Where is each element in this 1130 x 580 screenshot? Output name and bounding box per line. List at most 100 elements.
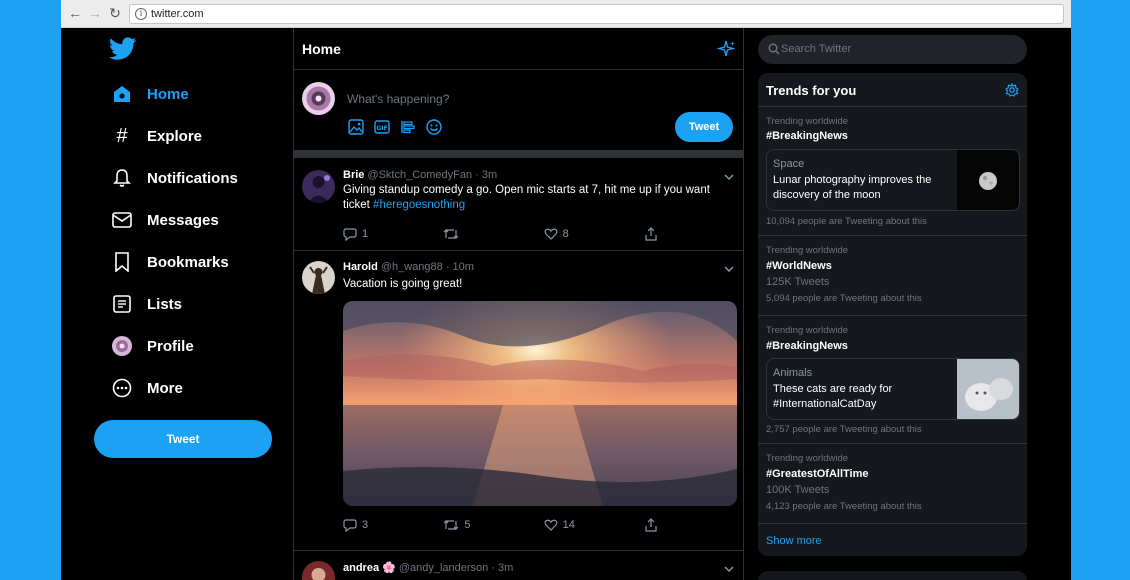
address-bar[interactable]: i twitter.com: [129, 4, 1064, 24]
bookmark-icon: [111, 251, 133, 273]
hashtag-icon: #: [116, 124, 128, 147]
nav-messages[interactable]: Messages: [111, 206, 219, 234]
avatar: [111, 335, 133, 357]
share-icon: [645, 227, 657, 241]
author-handle: @Sktch_ComedyFan · 3m: [367, 169, 498, 181]
home-icon: [111, 83, 133, 105]
trends-title: Trends for you: [766, 83, 857, 98]
twitter-app: Home # Explore Notifications Messages Bo…: [61, 28, 1071, 580]
nav-notifications[interactable]: Notifications: [111, 164, 238, 192]
author-name: Brie: [343, 169, 365, 181]
retweet-button[interactable]: 5: [443, 518, 543, 532]
reload-icon[interactable]: ↻: [107, 5, 123, 21]
nav-label: Messages: [147, 211, 219, 229]
share-icon: [645, 518, 657, 532]
like-button[interactable]: 14: [544, 518, 644, 532]
trends-panel: Trends for you Trending worldwide #Break…: [758, 73, 1027, 556]
heart-icon: [544, 519, 558, 531]
author-name: Harold: [343, 261, 378, 273]
nav-label: Home: [147, 85, 189, 103]
tweet-item[interactable]: Harold @h_wang88 · 10m Vacation is going …: [294, 251, 743, 551]
like-button[interactable]: 8: [544, 227, 644, 241]
reply-icon: [343, 228, 357, 241]
reply-button[interactable]: 1: [343, 227, 443, 241]
trend-item[interactable]: Trending worldwide #WorldNews 125K Tweet…: [758, 236, 1027, 316]
chevron-down-icon[interactable]: [723, 563, 735, 575]
trend-item[interactable]: Trending worldwide #BreakingNews Animals…: [758, 316, 1027, 444]
tweet-photo[interactable]: [343, 301, 737, 506]
poll-icon[interactable]: [399, 118, 417, 136]
avatar[interactable]: [302, 170, 335, 203]
nav-label: Explore: [147, 127, 203, 145]
timeline: Home What's happening? GIF Tweet Brie @S…: [293, 28, 744, 580]
tweet-button[interactable]: Tweet: [94, 420, 272, 458]
tweet-author[interactable]: Harold @h_wang88 · 10m: [343, 261, 474, 273]
tweet-author[interactable]: andrea 🌸 @andy_landerson · 3m: [343, 561, 513, 574]
show-more-link[interactable]: Show more: [766, 535, 822, 547]
cat-thumbnail: [957, 359, 1019, 419]
image-icon[interactable]: [347, 118, 365, 136]
heart-icon: [544, 228, 558, 240]
info-icon[interactable]: i: [135, 8, 147, 20]
search-input[interactable]: Search Twitter: [758, 35, 1027, 64]
trends-header: Trends for you: [758, 73, 1027, 107]
list-icon: [111, 293, 133, 315]
tweet-text: Giving standup comedy a go. Open mic sta…: [343, 184, 710, 211]
tweet-item[interactable]: Brie @Sktch_ComedyFan · 3m Giving standup…: [294, 158, 743, 251]
timeline-header: Home: [294, 28, 743, 70]
author-handle: @andy_landerson · 3m: [398, 562, 514, 574]
avatar[interactable]: [302, 561, 335, 580]
author-name: andrea 🌸: [343, 562, 396, 574]
share-button[interactable]: [644, 227, 663, 241]
chevron-down-icon[interactable]: [723, 263, 735, 275]
trend-item[interactable]: Trending worldwide #BreakingNews Space L…: [758, 107, 1027, 236]
nav-lists[interactable]: Lists: [111, 290, 182, 318]
tweet-item[interactable]: andrea 🌸 @andy_landerson · 3m: [294, 551, 743, 580]
retweet-icon: [443, 229, 459, 239]
trend-name: #BreakingNews: [766, 130, 848, 142]
reply-button[interactable]: 3: [343, 518, 443, 532]
sparkle-icon[interactable]: [717, 39, 737, 59]
gif-icon[interactable]: GIF: [373, 118, 391, 136]
nav-label: Profile: [147, 337, 194, 355]
compose-tweet-button[interactable]: Tweet: [675, 112, 733, 142]
chevron-down-icon[interactable]: [723, 171, 735, 183]
twitter-logo-icon[interactable]: [109, 37, 137, 61]
reply-icon: [343, 519, 357, 532]
search-icon: [768, 43, 780, 55]
forward-icon[interactable]: →: [87, 5, 103, 21]
trend-item[interactable]: Trending worldwide #GreatestOfAllTime 10…: [758, 444, 1027, 524]
tweet-actions: 1 8: [343, 227, 663, 241]
tweet-author[interactable]: Brie @Sktch_ComedyFan · 3m: [343, 169, 497, 181]
nav-profile[interactable]: Profile: [111, 332, 194, 360]
nav-label: Lists: [147, 295, 183, 313]
compose-tools: GIF: [347, 118, 443, 136]
back-icon[interactable]: ←: [67, 5, 83, 21]
avatar[interactable]: [302, 261, 335, 294]
trend-name: #GreatestOfAllTime: [766, 468, 869, 480]
gear-icon[interactable]: [1005, 83, 1019, 97]
emoji-icon[interactable]: [425, 118, 443, 136]
nav-bookmarks[interactable]: Bookmarks: [111, 248, 229, 276]
left-navigation: Home # Explore Notifications Messages Bo…: [61, 28, 293, 580]
hashtag-link[interactable]: #heregoesnothing: [373, 199, 465, 211]
avatar[interactable]: [302, 82, 335, 115]
right-sidebar: Search Twitter Trends for you Trending w…: [758, 28, 1028, 580]
news-card[interactable]: Space Lunar photography improves the dis…: [766, 149, 1020, 211]
nav-explore[interactable]: # Explore: [111, 122, 202, 150]
trend-name: #BreakingNews: [766, 340, 848, 352]
news-card[interactable]: Animals These cats are ready for #Intern…: [766, 358, 1020, 420]
retweet-button[interactable]: [443, 227, 543, 241]
retweet-icon: [443, 520, 459, 530]
nav-label: Bookmarks: [147, 253, 229, 271]
svg-text:GIF: GIF: [376, 125, 387, 132]
nav-label: More: [147, 379, 183, 397]
nav-label: Notifications: [147, 169, 238, 187]
nav-more[interactable]: More: [111, 374, 183, 402]
tweet-text: Vacation is going great!: [343, 278, 463, 290]
share-button[interactable]: [644, 518, 663, 532]
more-icon: [111, 377, 133, 399]
nav-home[interactable]: Home: [111, 80, 189, 108]
compose-input[interactable]: What's happening?: [347, 92, 449, 106]
url-text: twitter.com: [151, 8, 204, 20]
